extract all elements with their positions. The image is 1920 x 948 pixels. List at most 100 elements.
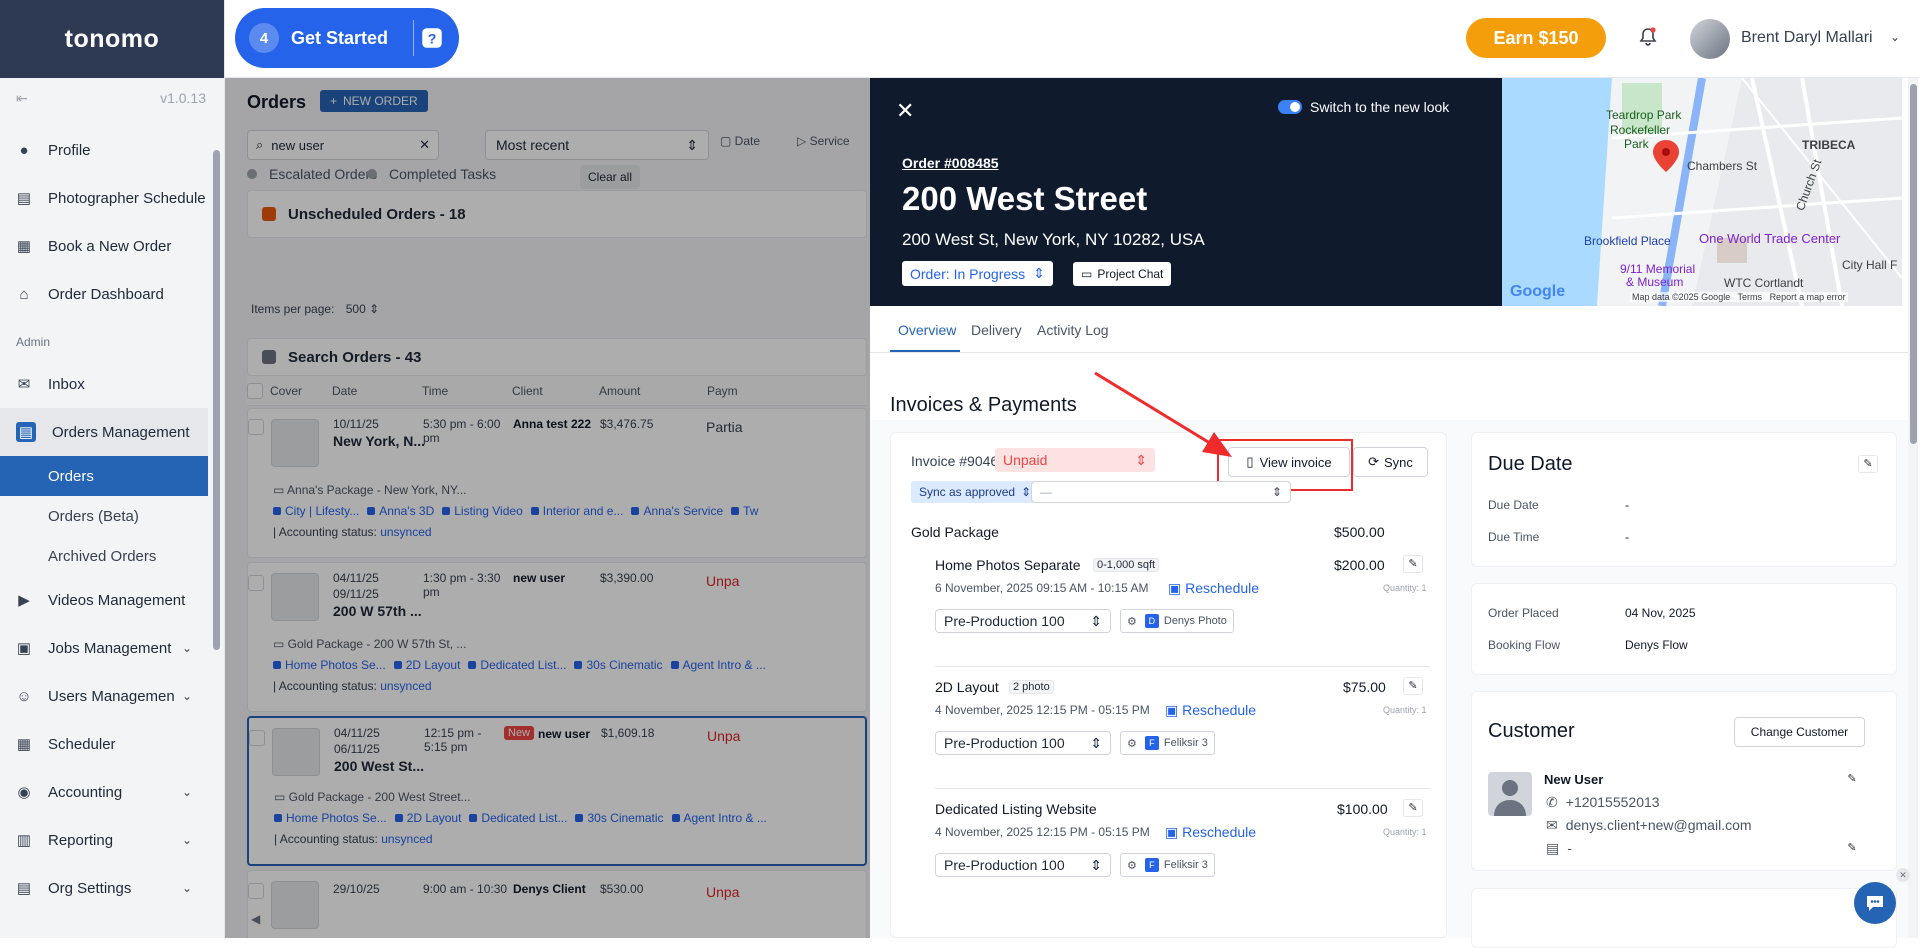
accounting-status-link[interactable]: unsynced <box>380 679 431 693</box>
sidebar-item-scheduler[interactable]: ▦ Scheduler <box>0 720 224 768</box>
clear-search-icon[interactable]: ✕ <box>419 137 430 153</box>
edit-icon[interactable]: ✎ <box>1842 840 1862 858</box>
sort-select[interactable]: Most recent ⇕ <box>485 130 709 160</box>
close-chat-icon[interactable]: ✕ <box>1896 868 1910 882</box>
reschedule-link[interactable]: ▣ Reschedule <box>1165 702 1256 719</box>
clear-all-button[interactable]: Clear all <box>580 165 641 189</box>
assignee-chip[interactable]: ⚙ F Feliksir 3 <box>1120 853 1215 877</box>
secondary-select[interactable]: — ⇕ <box>1031 481 1291 503</box>
new-order-button[interactable]: + NEW ORDER <box>320 90 428 112</box>
search-orders-header[interactable]: Search Orders - 43 <box>247 338 867 376</box>
sidebar-item-accounting[interactable]: ◉ Accounting ⌄ <box>0 768 224 816</box>
sidebar-subitem-orders-beta[interactable]: Orders (Beta) <box>0 496 224 536</box>
sidebar-scrollbar[interactable] <box>213 150 220 650</box>
row-package: ▭ Gold Package - 200 W 57th St, ... <box>273 637 466 651</box>
reschedule-label: Reschedule <box>1185 580 1260 596</box>
sidebar-item-orders-management[interactable]: ▤ Orders Management <box>0 408 208 456</box>
user-avatar[interactable] <box>1690 19 1730 59</box>
stage-select[interactable]: Pre-Production 100 ⇕ <box>935 609 1111 633</box>
row-checkbox[interactable] <box>249 730 265 746</box>
assignee-avatar: D <box>1144 614 1159 628</box>
tab-delivery[interactable]: Delivery <box>971 322 1022 338</box>
sidebar-item-org-settings[interactable]: ▤ Org Settings ⌄ <box>0 864 224 912</box>
filter-escalated-orders[interactable]: Escalated Orders <box>247 166 377 182</box>
project-chat-label: Project Chat <box>1097 267 1164 281</box>
sidebar-item-profile[interactable]: ● Profile <box>0 126 224 174</box>
order-address: 200 West St, New York, NY 10282, USA <box>902 230 1205 249</box>
scroll-left-arrow[interactable]: ◀ <box>251 912 260 926</box>
due-time-label: Due Time <box>1488 530 1540 544</box>
project-chat-button[interactable]: ▭ Project Chat <box>1073 262 1172 286</box>
change-customer-button[interactable]: Change Customer <box>1734 717 1865 747</box>
assignee-chip[interactable]: ⚙ D Denys Photo <box>1120 609 1234 633</box>
edit-icon[interactable]: ✎ <box>1858 455 1878 473</box>
table-row[interactable]: 29/10/25 9:00 am - 10:30 Denys Client $5… <box>247 870 867 938</box>
sidebar-item-inbox[interactable]: ✉ Inbox <box>0 360 224 408</box>
service-chip: Home Photos Se... <box>273 658 386 672</box>
row-amount: $3,390.00 <box>600 571 654 585</box>
sidebar-item-photographer-schedule[interactable]: ▤ Photographer Schedule <box>0 174 224 222</box>
chevron-down-icon[interactable]: ⌄ <box>1890 30 1900 44</box>
collapse-sidebar-icon[interactable]: ⇤ <box>16 90 28 107</box>
sidebar-item-order-dashboard[interactable]: ⌂ Order Dashboard <box>0 270 224 318</box>
package-name: Gold Package <box>911 524 999 540</box>
chat-support-button[interactable] <box>1854 882 1896 924</box>
earn-referral-button[interactable]: Earn $150 <box>1466 18 1606 58</box>
column-header: Paym <box>707 384 738 398</box>
row-checkbox[interactable] <box>248 419 264 435</box>
stage-select[interactable]: Pre-Production 100 ⇕ <box>935 731 1111 755</box>
bell-icon[interactable] <box>1639 27 1657 50</box>
due-date-value: - <box>1625 498 1629 512</box>
tab-overview[interactable]: Overview <box>898 322 956 338</box>
sidebar-item-jobs-management[interactable]: ▣ Jobs Management ⌄ <box>0 624 224 672</box>
edit-icon[interactable]: ✎ <box>1403 555 1423 573</box>
edit-icon[interactable]: ✎ <box>1403 799 1423 817</box>
sidebar-item-book-new-order[interactable]: ▦ Book a New Order <box>0 222 224 270</box>
table-row[interactable]: 04/11/25 06/11/25 200 West St... 12:15 p… <box>247 716 867 866</box>
accounting-status-link[interactable]: unsynced <box>380 525 431 539</box>
updown-icon: ⇕ <box>1090 856 1102 873</box>
items-per-page-select[interactable]: 500 <box>346 302 366 316</box>
filter-date-button[interactable]: ▢ Date <box>720 134 760 148</box>
get-started-button[interactable]: 4 Get Started ? <box>235 8 459 68</box>
assignee-chip[interactable]: ⚙ F Feliksir 3 <box>1120 731 1215 755</box>
edit-icon[interactable]: ✎ <box>1403 677 1423 695</box>
column-header: Time <box>422 384 449 398</box>
panel-scrollbar[interactable] <box>1910 84 1917 444</box>
search-input[interactable]: ⌕ new user ✕ <box>247 130 439 160</box>
reschedule-link[interactable]: ▣ Reschedule <box>1168 580 1259 597</box>
new-look-toggle[interactable]: Switch to the new look <box>1278 99 1449 115</box>
app-logo[interactable]: tonomo <box>0 0 224 78</box>
sync-button[interactable]: ⟳ Sync <box>1353 447 1428 477</box>
edit-icon[interactable]: ✎ <box>1842 771 1862 789</box>
stage-select[interactable]: Pre-Production 100 ⇕ <box>935 853 1111 877</box>
filter-completed-tasks[interactable]: Completed Tasks <box>367 166 496 182</box>
table-row[interactable]: 10/11/25 New York, N... 5:30 pm - 6:00 p… <box>247 408 867 558</box>
tab-activity-log[interactable]: Activity Log <box>1037 322 1109 338</box>
accounting-status-link[interactable]: unsynced <box>381 832 432 846</box>
sidebar-subitem-orders[interactable]: Orders <box>0 456 208 496</box>
sidebar-item-reporting[interactable]: ▥ Reporting ⌄ <box>0 816 224 864</box>
filter-service-button[interactable]: ▷ Service <box>797 134 850 148</box>
map-report-link[interactable]: Report a map error <box>1770 292 1846 302</box>
unscheduled-orders-header[interactable]: Unscheduled Orders - 18 <box>247 190 867 238</box>
sidebar-item-label: Orders Management <box>52 423 190 441</box>
user-name[interactable]: Brent Daryl Mallari <box>1741 29 1873 47</box>
location-map[interactable]: Teardrop Park Rockefeller Park TRIBECA C… <box>1502 78 1902 306</box>
row-checkbox[interactable] <box>248 883 264 899</box>
order-number-link[interactable]: Order #008485 <box>902 155 999 171</box>
sidebar-subitem-archived-orders[interactable]: Archived Orders <box>0 536 224 576</box>
close-icon[interactable]: ✕ <box>896 98 914 124</box>
accounting-label: Accounting status: <box>279 832 378 846</box>
updown-icon: ⇕ <box>1021 485 1032 499</box>
order-status-select[interactable]: Order: In Progress ⇕ <box>902 261 1053 286</box>
table-row[interactable]: 04/11/25 09/11/25 200 W 57th ... 1:30 pm… <box>247 562 867 712</box>
map-terms-link[interactable]: Terms <box>1738 292 1763 302</box>
select-all-checkbox[interactable] <box>247 383 263 399</box>
topbar: 4 Get Started ? Earn $150 Brent Daryl Ma… <box>225 0 1920 78</box>
sync-approval-select[interactable]: Sync as approved ⇕ <box>911 481 1040 503</box>
reschedule-link[interactable]: ▣ Reschedule <box>1165 824 1256 841</box>
sidebar-item-users-management[interactable]: ☺ Users Managemen ⌄ <box>0 672 224 720</box>
row-checkbox[interactable] <box>248 575 264 591</box>
sidebar-item-videos-management[interactable]: ▶ Videos Management <box>0 576 224 624</box>
